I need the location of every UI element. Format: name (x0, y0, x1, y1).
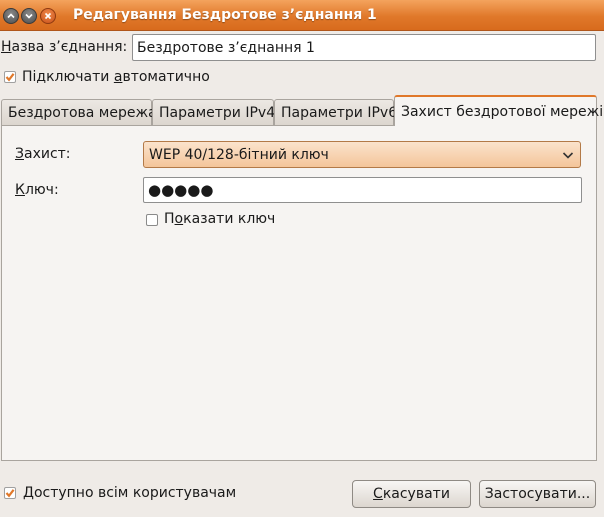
key-label: Ключ: (15, 182, 59, 198)
show-key-checkbox[interactable] (146, 214, 158, 226)
security-selected-value: WEP 40/128-бітний ключ (149, 146, 329, 163)
chevron-down-icon[interactable] (21, 8, 37, 24)
minimize-icon[interactable] (3, 8, 19, 24)
tab-wireless-security[interactable]: Захист бездротової мережі (394, 95, 603, 126)
auto-connect-label[interactable]: Підключати автоматично (22, 69, 210, 85)
wireless-security-panel (1, 125, 597, 461)
tab-ipv4[interactable]: Параметри IPv4 (152, 99, 275, 125)
connection-name-input[interactable]: Бездротове з’єднання 1 (132, 34, 596, 61)
key-input[interactable]: ●●●●● (143, 177, 582, 203)
show-key-label[interactable]: Показати ключ (164, 211, 275, 227)
all-users-label[interactable]: Доступно всім користувачам (23, 485, 236, 501)
chevron-down-icon (562, 152, 574, 159)
apply-button[interactable]: Застосувати... (479, 480, 596, 508)
title-bar: Редагування Бездротове з’єднання 1 (0, 0, 604, 31)
all-users-checkbox[interactable] (4, 487, 16, 499)
edit-connection-window: Редагування Бездротове з’єднання 1 Назва… (0, 0, 604, 517)
tab-ipv6[interactable]: Параметри IPv6 (274, 99, 397, 125)
security-select[interactable]: WEP 40/128-бітний ключ (143, 141, 581, 168)
connection-name-label: Назва з’єднання: (1, 39, 128, 55)
tab-wireless[interactable]: Бездротова мережа (1, 99, 157, 125)
close-icon[interactable] (40, 8, 56, 24)
cancel-button[interactable]: Скасувати (352, 480, 471, 508)
security-label: Захист: (15, 146, 71, 162)
auto-connect-checkbox[interactable] (4, 71, 16, 83)
window-title: Редагування Бездротове з’єднання 1 (73, 7, 377, 23)
